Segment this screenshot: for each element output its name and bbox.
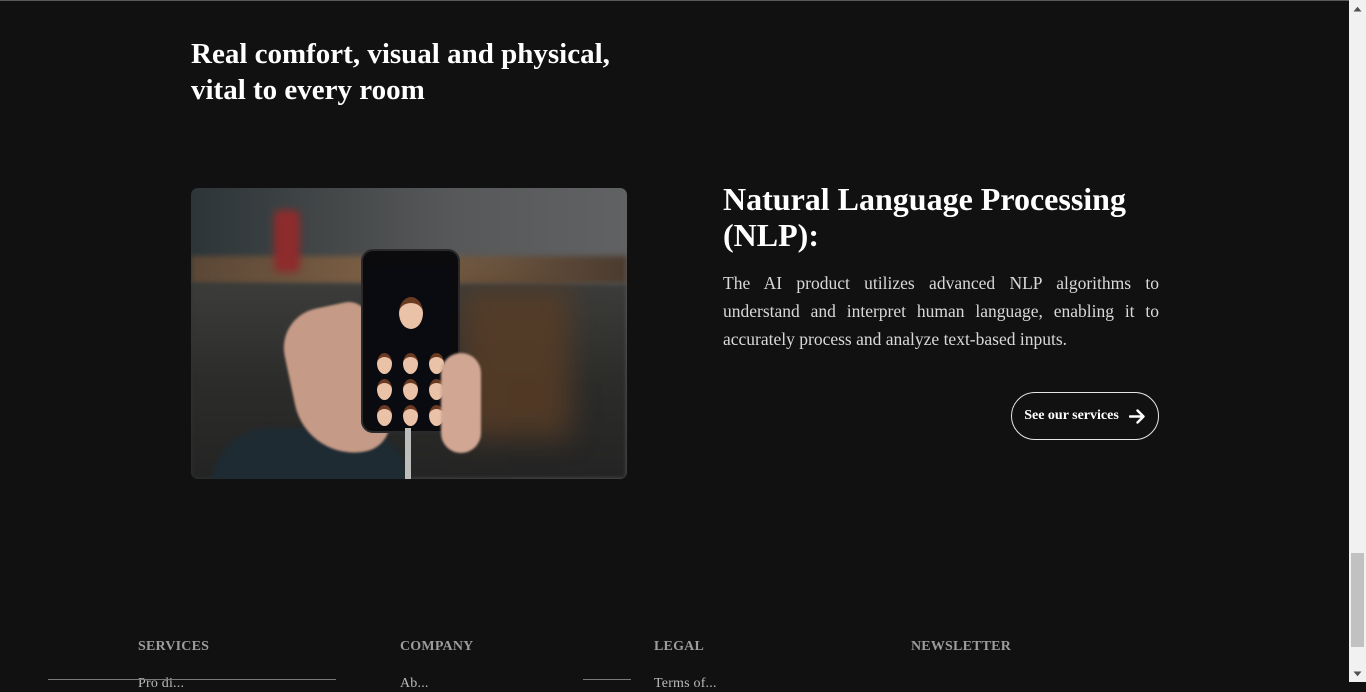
footer-heading-newsletter: NEWSLETTER (911, 639, 1012, 654)
hero-heading-line-1: Real comfort, visual and physical, (191, 38, 610, 70)
footer-divider (583, 679, 631, 680)
arrow-right-icon (1128, 408, 1145, 424)
memoji-icon (403, 405, 418, 426)
hero-heading-line-2: vital to every room (191, 74, 425, 106)
scrollbar-thumb[interactable] (1351, 553, 1364, 647)
memoji-icon (403, 379, 418, 400)
footer-column-company: COMPANY Ab... (400, 639, 474, 691)
memoji-icon (399, 297, 423, 329)
feature-title-line-2: (NLP): (723, 217, 819, 253)
see-our-services-button[interactable]: See our services (1011, 392, 1159, 440)
phone-screen (369, 267, 452, 427)
memoji-icon (377, 379, 392, 400)
footer-column-services: SERVICES Pro di... (138, 639, 210, 691)
image-bottle (274, 210, 300, 272)
footer-divider (48, 679, 336, 680)
services-button-label: See our services (1024, 408, 1119, 423)
footer-column-legal: LEGAL Terms of... (654, 639, 716, 691)
scroll-down-arrow-icon (1353, 671, 1362, 676)
top-divider (0, 0, 1366, 1)
footer-link-legal-first[interactable]: Terms of... (654, 676, 717, 692)
hero-heading: Real comfort, visual and physical, vital… (191, 36, 661, 108)
footer-column-newsletter: NEWSLETTER (911, 639, 1011, 655)
feature-title: Natural Language Processing (NLP): (723, 181, 1163, 253)
image-fingers (441, 353, 481, 453)
feature-description: The AI product utilizes advanced NLP alg… (723, 273, 1159, 349)
image-cable (405, 428, 411, 479)
footer-heading-company: COMPANY (400, 639, 474, 654)
scroll-down-button[interactable] (1349, 665, 1366, 682)
scroll-up-button[interactable] (1349, 0, 1366, 17)
footer-heading-services: SERVICES (138, 639, 210, 654)
footer-link-company-first[interactable]: Ab... (400, 676, 429, 692)
memoji-icon (377, 405, 392, 426)
memoji-icon (377, 353, 392, 374)
page-scrollbar[interactable] (1349, 0, 1366, 682)
feature-image (191, 188, 627, 479)
scroll-up-arrow-icon (1353, 6, 1362, 11)
feature-title-line-1: Natural Language Processing (723, 181, 1126, 217)
footer-heading-legal: LEGAL (654, 639, 705, 654)
memoji-icon (403, 353, 418, 374)
